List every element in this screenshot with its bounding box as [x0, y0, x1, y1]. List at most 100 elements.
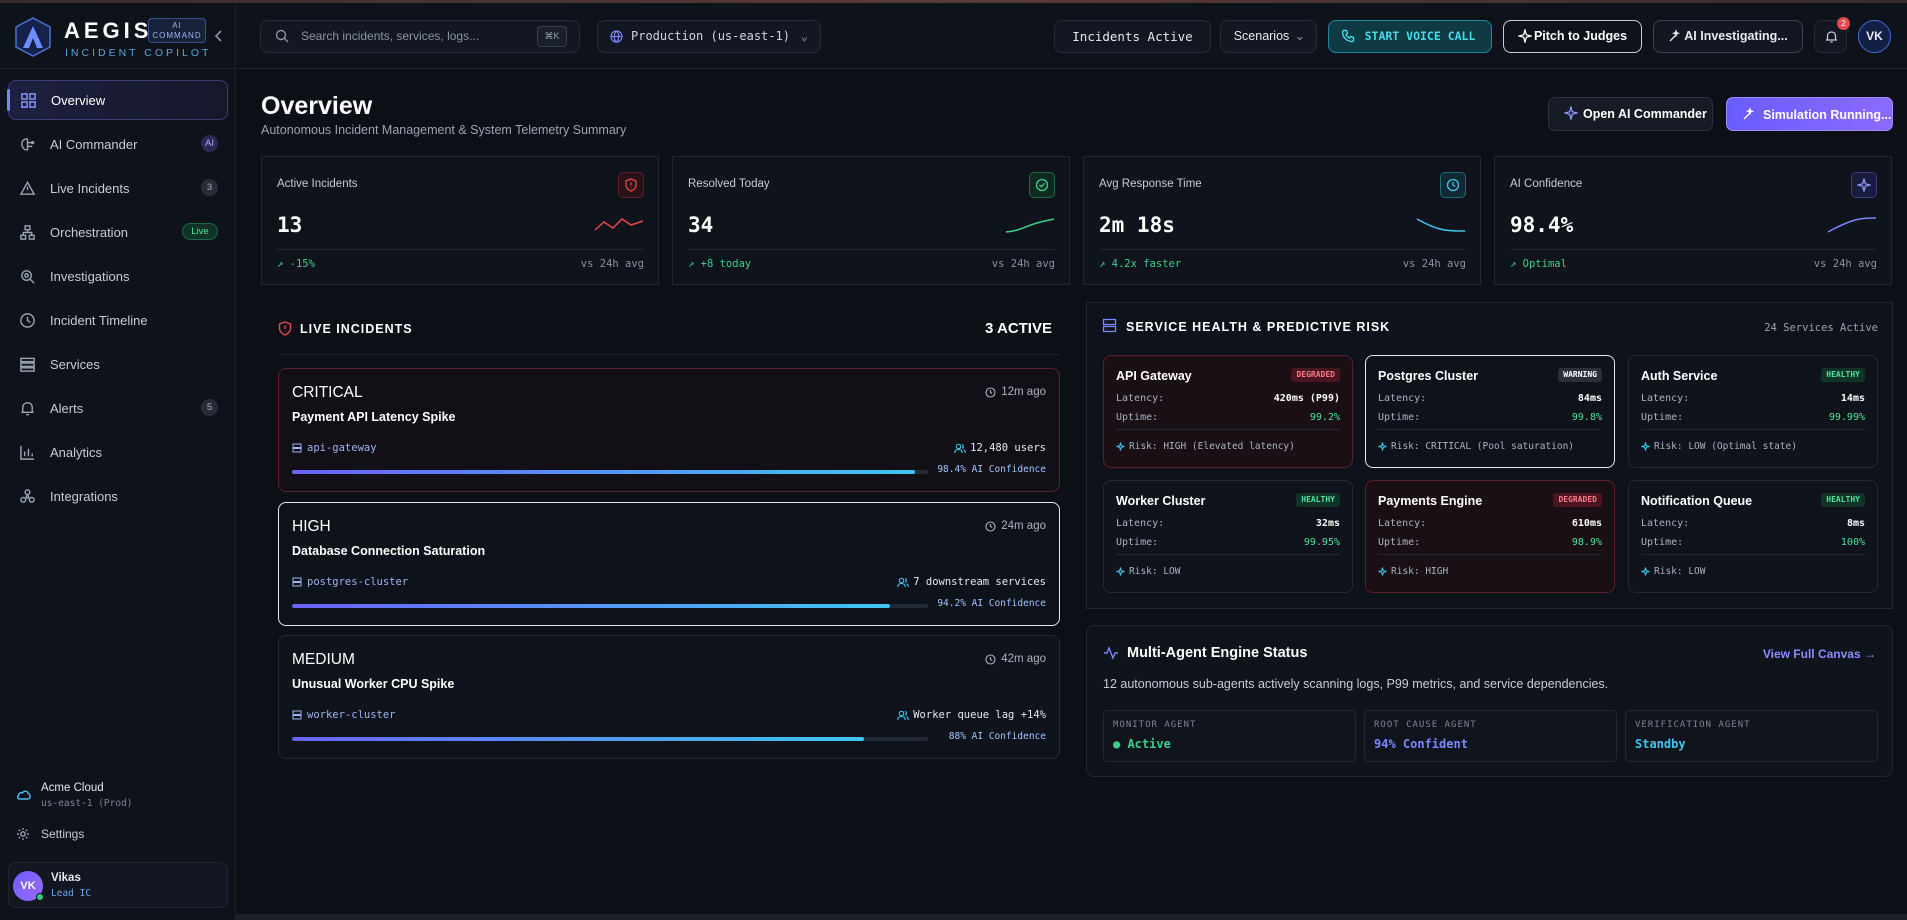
simulation-running-button[interactable]: Simulation Running... [1726, 97, 1893, 131]
sparkline [1827, 217, 1877, 233]
service-card-payments-engine[interactable]: Payments Engine DEGRADED Latency: 610ms U… [1365, 480, 1615, 593]
sidebar-item-investigations[interactable]: Investigations [8, 256, 228, 296]
service-card-api-gateway[interactable]: API Gateway DEGRADED Latency: 420ms (P99)… [1103, 355, 1353, 468]
kpi-delta: ↗ +8 today [688, 258, 752, 270]
clock-icon [985, 654, 996, 665]
sidebar-item-alerts[interactable]: Alerts 5 [8, 388, 228, 428]
globe-icon [610, 30, 623, 43]
horizontal-scrollbar[interactable] [236, 914, 1907, 920]
network-icon [18, 223, 36, 241]
sidebar-item-orchestration[interactable]: Orchestration Live [8, 212, 228, 252]
incident-service[interactable]: api-gateway [292, 442, 377, 454]
clock-icon [1440, 172, 1466, 198]
risk-label: Risk: CRITICAL (Pool saturation) [1378, 441, 1574, 452]
settings-link[interactable]: Settings [16, 827, 84, 841]
uptime-row: Uptime: 100% [1641, 537, 1865, 548]
incident-service[interactable]: postgres-cluster [292, 576, 408, 588]
sidebar-item-label: Incident Timeline [50, 312, 148, 328]
latency-row: Latency: 420ms (P99) [1116, 393, 1340, 404]
clock-icon [18, 311, 36, 329]
divider [278, 354, 1060, 355]
kpi-value: 34 [688, 213, 714, 237]
user-name: Vikas [51, 872, 81, 884]
agent-card-root-cause[interactable]: ROOT CAUSE AGENT 94% Confident [1364, 710, 1617, 762]
incidents-active-button[interactable]: Incidents Active [1054, 20, 1211, 53]
sidebar-item-analytics[interactable]: Analytics [8, 432, 228, 472]
uptime-row: Uptime: 99.8% [1378, 412, 1602, 423]
search-placeholder: Search incidents, services, logs... [301, 29, 480, 43]
users-icon [897, 710, 910, 721]
service-card-worker-cluster[interactable]: Worker Cluster HEALTHY Latency: 32ms Upti… [1103, 480, 1353, 593]
incident-title: Database Connection Saturation [292, 544, 486, 558]
environment-selector[interactable]: Production (us-east-1) ⌄ [597, 20, 821, 53]
incident-time: 42m ago [985, 653, 1046, 665]
sidebar-item-label: Orchestration [50, 224, 129, 240]
sparkle-icon [1378, 567, 1387, 576]
kpi-card-ai-confidence[interactable]: AI Confidence 98.4% ↗ Optimal vs 24h avg [1494, 156, 1892, 285]
sparkle-icon [1378, 442, 1387, 451]
user-profile[interactable]: VK Vikas Lead IC [8, 862, 228, 908]
sparkle-icon [1851, 172, 1877, 198]
server-icon [292, 443, 302, 453]
confidence-label: 94.2% AI Confidence [937, 598, 1046, 609]
kpi-card-avg-response-time[interactable]: Avg Response Time 2m 18s ↗ 4.2x faster v… [1083, 156, 1481, 285]
warning-icon [18, 179, 36, 197]
brand-name: AEGIS [64, 18, 153, 43]
incident-impact: 7 downstream services [897, 576, 1046, 588]
sidebar-item-integrations[interactable]: Integrations [8, 476, 228, 516]
incident-card-critical[interactable]: CRITICAL 12m ago Payment API Latency Spi… [278, 368, 1060, 492]
scenarios-dropdown[interactable]: Scenarios ⌄ [1220, 20, 1317, 53]
collapse-sidebar-icon[interactable] [214, 29, 224, 43]
confidence-fill [292, 737, 865, 741]
shield-alert-icon [618, 172, 644, 198]
clock-icon [985, 521, 996, 532]
incident-card-high[interactable]: HIGH 24m ago Database Connection Saturat… [278, 502, 1060, 626]
divider [1378, 429, 1602, 430]
sidebar-item-label: Live Incidents [50, 180, 130, 196]
avatar[interactable]: VK [1858, 20, 1891, 53]
notifications-button[interactable]: 2 [1814, 17, 1850, 53]
service-card-postgres-cluster[interactable]: Postgres Cluster WARNING Latency: 84ms Up… [1365, 355, 1615, 468]
open-ai-commander-button[interactable]: Open AI Commander [1548, 97, 1713, 131]
confidence-bar [292, 470, 928, 474]
incident-service[interactable]: worker-cluster [292, 709, 396, 721]
divider [1116, 554, 1340, 555]
page-subtitle: Autonomous Incident Management & System … [261, 123, 627, 137]
service-card-auth-service[interactable]: Auth Service HEALTHY Latency: 14ms Uptime… [1628, 355, 1878, 468]
latency-row: Latency: 8ms [1641, 518, 1865, 529]
incident-card-medium[interactable]: MEDIUM 42m ago Unusual Worker CPU Spike … [278, 635, 1060, 759]
sidebar-item-overview[interactable]: Overview [7, 80, 228, 120]
service-name: Payments Engine [1378, 494, 1483, 508]
sparkline [594, 218, 644, 231]
agent-card-monitor[interactable]: MONITOR AGENT ● Active [1103, 710, 1356, 762]
incident-impact: 12,480 users [954, 442, 1046, 454]
uptime-row: Uptime: 99.95% [1116, 537, 1340, 548]
service-name: Worker Cluster [1116, 494, 1206, 508]
sidebar-item-services[interactable]: Services [8, 344, 228, 384]
environment-label: Production (us-east-1) [631, 29, 790, 43]
service-card-notification-queue[interactable]: Notification Queue HEALTHY Latency: 8ms U… [1628, 480, 1878, 593]
brain-icon [18, 135, 36, 153]
sidebar-item-incident-timeline[interactable]: Incident Timeline [8, 300, 228, 340]
view-full-canvas-link[interactable]: View Full Canvas → [1763, 647, 1876, 661]
incident-time: 24m ago [985, 520, 1046, 532]
count-badge: 3 [201, 179, 218, 196]
agent-card-verification[interactable]: VERIFICATION AGENT Standby [1625, 710, 1878, 762]
divider [1378, 554, 1602, 555]
sidebar-item-label: Investigations [50, 268, 130, 284]
kpi-card-resolved-today[interactable]: Resolved Today 34 ↗ +8 today vs 24h avg [672, 156, 1070, 285]
status-badge: HEALTHY [1821, 368, 1865, 382]
search-icon [18, 267, 36, 285]
live-incidents-title: LIVE INCIDENTS [278, 321, 413, 336]
start-voice-call-button[interactable]: START VOICE CALL [1328, 20, 1492, 53]
sparkline [1005, 218, 1055, 233]
sidebar-item-live-incidents[interactable]: Live Incidents 3 [8, 168, 228, 208]
kpi-card-active-incidents[interactable]: Active Incidents 13 ↗ -15% vs 24h avg [261, 156, 659, 285]
search-input[interactable]: Search incidents, services, logs... ⌘K [260, 20, 580, 53]
live-incidents-panel: LIVE INCIDENTS 3 ACTIVE CRITICAL 12m ago… [261, 302, 1060, 762]
pitch-to-judges-button[interactable]: Pitch to Judges [1503, 20, 1642, 53]
sidebar-item-ai-commander[interactable]: AI Commander AI [8, 124, 228, 164]
ai-investigating-button[interactable]: AI Investigating... [1653, 20, 1803, 53]
page-title: Overview [261, 92, 373, 120]
kpi-delta: ↗ 4.2x faster [1099, 258, 1182, 270]
